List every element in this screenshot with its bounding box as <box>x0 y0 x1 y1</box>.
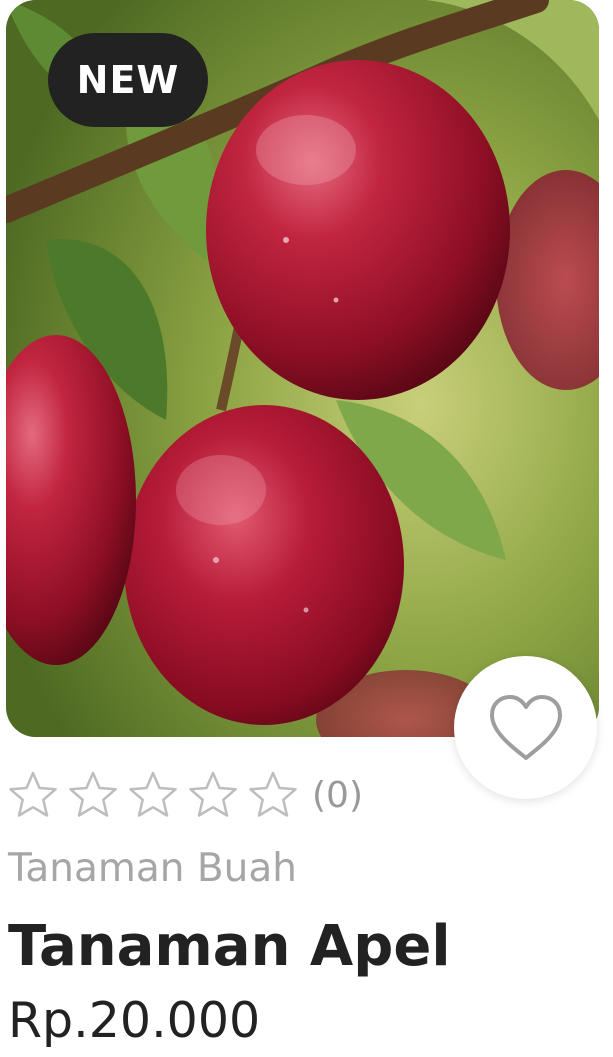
product-image[interactable]: NEW <box>6 0 599 737</box>
product-category[interactable]: Tanaman Buah <box>8 846 297 891</box>
star-outline-icon <box>189 771 237 817</box>
star-outline-icon <box>249 771 297 817</box>
rating-count: (0) <box>312 774 363 816</box>
star-outline-icon <box>129 771 177 817</box>
star-outline-icon <box>9 771 57 817</box>
product-card[interactable]: NEW (0) Tanaman Buah Tanaman Apel Rp.20.… <box>0 0 613 1057</box>
product-title[interactable]: Tanaman Apel <box>8 914 451 979</box>
new-badge: NEW <box>48 33 208 127</box>
rating-row: (0) <box>8 766 363 824</box>
product-price: Rp.20.000 <box>8 992 261 1049</box>
star-outline-icon <box>69 771 117 817</box>
favorite-button[interactable] <box>454 656 597 799</box>
heart-outline-icon <box>489 694 562 760</box>
